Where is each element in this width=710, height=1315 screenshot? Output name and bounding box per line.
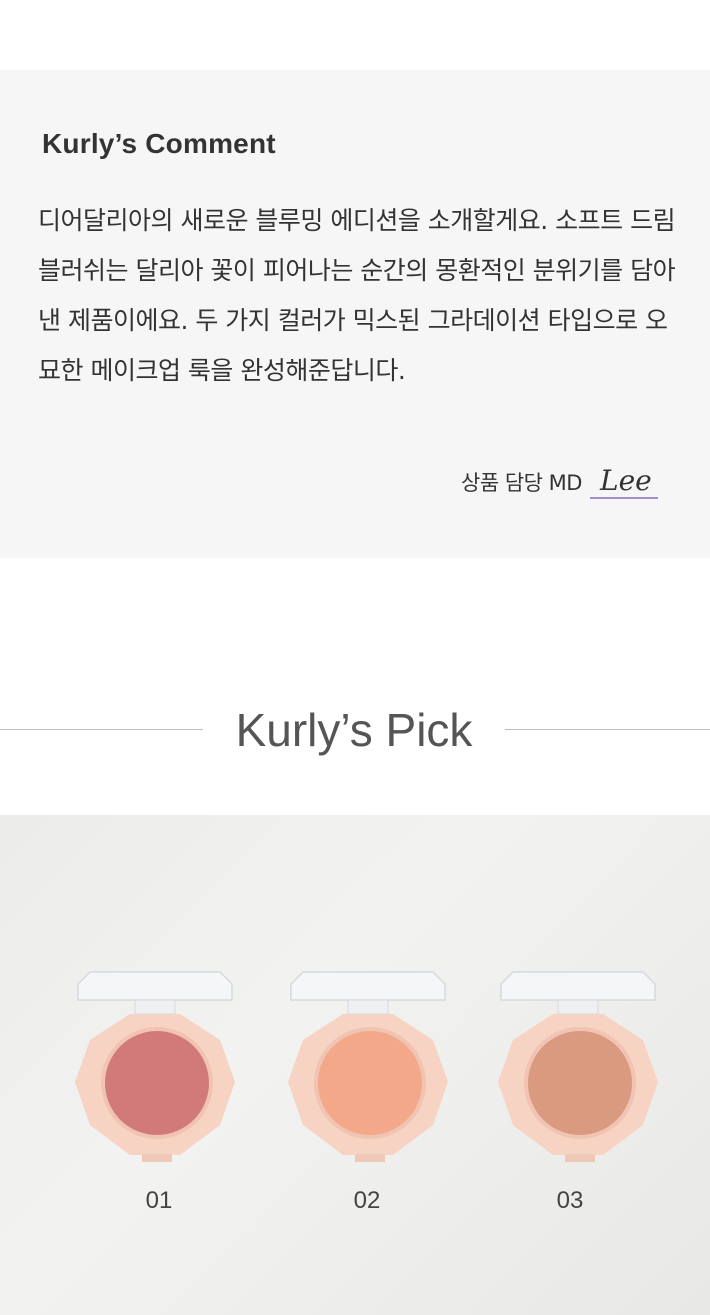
blush-compact-03 [493, 970, 663, 1200]
product-number-02: 02 [353, 1187, 381, 1214]
product-number-01: 01 [145, 1187, 173, 1214]
product-photo: 01 02 03 [0, 815, 710, 1315]
md-label: 상품 담당 MD [461, 471, 582, 495]
pick-header: Kurly’s Pick [0, 700, 710, 760]
divider-right [505, 729, 710, 730]
signature-text: Lee [599, 464, 652, 497]
divider-left [0, 729, 203, 730]
blush-pan-01 [105, 1031, 209, 1135]
blush-pan-03 [528, 1031, 632, 1135]
blush-pan-02 [318, 1031, 422, 1135]
signature: Lee [589, 462, 660, 502]
product-number-03: 03 [556, 1187, 584, 1214]
comment-body: 디어달리아의 새로운 블루밍 에디션을 소개할게요. 소프트 드림 블러쉬는 달… [38, 206, 676, 385]
blush-compact-02 [283, 970, 453, 1200]
pick-title: Kurly’s Pick [235, 704, 473, 756]
md-signature-block: 상품 담당 MD Lee [461, 462, 660, 502]
comment-title: Kurly’s Comment [42, 128, 276, 159]
blush-compact-01 [70, 970, 240, 1200]
